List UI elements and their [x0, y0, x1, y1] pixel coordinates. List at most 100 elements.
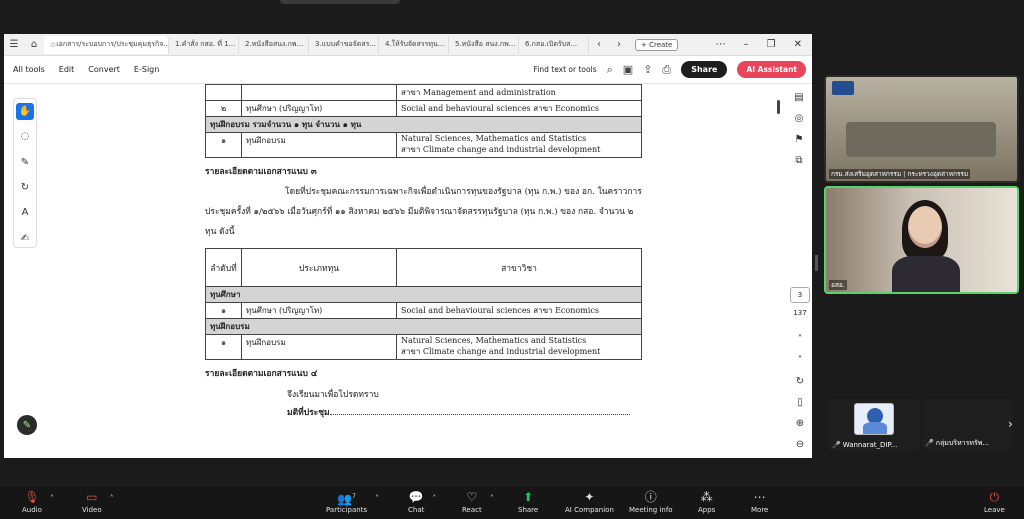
ai-assistant-button[interactable]: AI Assistant	[737, 61, 806, 78]
section-cell: ทุนฝึกอบรม รวมจำนวน ๑ ทุน จำนวน ๑ ทุน	[205, 116, 642, 133]
ai-panel-icon[interactable]: ▤	[794, 92, 803, 103]
print-icon[interactable]: ⎙	[662, 63, 671, 77]
section-row: ทุนศึกษา	[205, 286, 642, 303]
mic-muted-icon: 🎙	[24, 490, 40, 504]
field-line-1: Natural Sciences, Mathematics and Statis…	[401, 336, 587, 345]
header-type: ประเภททุน	[241, 248, 397, 287]
comment-icon[interactable]: ◌	[16, 128, 34, 145]
participants-button[interactable]: 👥7 Participants ˄	[326, 490, 379, 514]
more-icon: ⋯	[753, 490, 766, 504]
text-select-icon[interactable]: A	[16, 204, 34, 221]
draw-icon[interactable]: ↻	[16, 179, 34, 196]
caret-icon[interactable]: ˄	[432, 494, 436, 503]
minimize-icon[interactable]: –	[744, 39, 749, 50]
audio-button[interactable]: 🎙 Audio ˄	[22, 490, 54, 514]
caret-icon[interactable]: ˄	[50, 494, 54, 503]
react-button[interactable]: ♡ React ˄	[462, 490, 494, 514]
tile-label: 🎤 Wannarat_DIP...	[832, 441, 898, 449]
upload-icon[interactable]: ⇪	[643, 63, 652, 76]
tab-active[interactable]: ☆ เอกสาร/ระบอบการ/ประชุมคุมธุรกิจ... ✕	[44, 35, 169, 54]
chevron-up-icon[interactable]: ˄	[798, 334, 803, 345]
edit-fab-icon[interactable]: ✎	[17, 415, 37, 435]
table-1: สาขา Management and administration ๒ ทุน…	[205, 84, 642, 158]
type-cell: ทุนศึกษา (ปริญญาโท)	[241, 100, 397, 117]
pen-icon[interactable]: ✎	[16, 154, 34, 171]
scrollbar-thumb[interactable]	[777, 100, 780, 114]
table-row: ๑ ทุนฝึกอบรม Natural Sciences, Mathemati…	[205, 132, 642, 158]
share-screen-button[interactable]: ⬆ Share	[518, 490, 538, 514]
chevron-down-icon[interactable]: ˅	[798, 355, 803, 366]
field-line-2: สาขา Climate change and industrial devel…	[401, 145, 601, 154]
hand-icon[interactable]: ✋	[16, 103, 34, 121]
restore-icon[interactable]: ❐	[767, 39, 776, 50]
video-tile-small-2[interactable]: 🎤 กลุ่มบริหารทรัพ...	[922, 399, 1013, 451]
document-icon[interactable]: ▯	[797, 397, 803, 408]
table-row: ๒ ทุนศึกษา (ปริญญาโท) Social and behavio…	[205, 100, 642, 117]
share-button[interactable]: Share	[681, 61, 728, 78]
apps-button[interactable]: ⁂ Apps	[698, 490, 715, 514]
more-icon[interactable]: ⋯	[716, 39, 726, 50]
zoom-out-icon[interactable]: ⊖	[796, 439, 804, 450]
zoom-in-icon[interactable]: ⊕	[796, 418, 804, 429]
caret-icon[interactable]: ˄	[110, 494, 114, 503]
home-icon[interactable]: ⌂	[24, 39, 44, 50]
comments-icon[interactable]: ◎	[795, 113, 804, 124]
chevron-left-icon[interactable]: ‹	[589, 39, 609, 50]
close-window-icon[interactable]: ✕	[794, 39, 802, 50]
chevron-right-icon[interactable]: ›	[1008, 417, 1013, 431]
sign-icon[interactable]: ✍	[16, 230, 34, 247]
tab-1[interactable]: 1.คำสั่ง กสอ. ที่ 1...	[169, 35, 239, 54]
search-icon[interactable]: ⌕	[607, 63, 613, 77]
section-row: ทุนฝึกอบรม	[205, 318, 642, 335]
video-tile-small-1[interactable]: 🎤 Wannarat_DIP...	[829, 399, 920, 451]
no-cell: ๑	[205, 132, 242, 158]
no-cell: ๒	[205, 100, 242, 117]
field-cell: Social and behavioural sciences สาขา Eco…	[396, 100, 642, 117]
save-icon[interactable]: ▣	[623, 63, 633, 76]
logo	[832, 81, 854, 95]
page-number-input[interactable]: 3	[790, 287, 810, 303]
ai-companion-button[interactable]: ✦ AI Companion	[565, 490, 614, 514]
tab-3[interactable]: 3.แบบคำขอจัดสร...	[309, 35, 379, 54]
resolution-label: มติที่ประชุม	[287, 408, 330, 418]
menu-esign[interactable]: E-Sign	[134, 65, 159, 74]
leave-button[interactable]: ⏻ Leave	[984, 490, 1005, 514]
type-cell: ทุนฝึกอบรม	[241, 334, 397, 360]
tab-2[interactable]: 2.หนังสือสนง.กพ...	[239, 35, 309, 54]
avatar	[854, 403, 894, 435]
refresh-icon[interactable]: ↻	[796, 376, 804, 387]
toolbar: All tools Edit Convert E-Sign Find text …	[4, 56, 812, 84]
closing-text: จึงเรียนมาเพื่อโปรดทราบ	[287, 390, 379, 400]
type-cell: ทุนฝึกอบรม	[241, 132, 397, 158]
pages-icon[interactable]: ⧉	[795, 155, 802, 166]
tab-5[interactable]: 5.หนังสือ สนง.กพ...	[449, 35, 519, 54]
find-text[interactable]: Find text or tools	[534, 65, 597, 74]
section-4-heading: รายละเอียดตามเอกสารแนบ ๔	[205, 369, 318, 379]
page-total: 137	[793, 309, 807, 317]
menu-convert[interactable]: Convert	[88, 65, 120, 74]
video-button[interactable]: ▭ Video ˄	[82, 490, 114, 514]
caret-icon[interactable]: ˄	[375, 494, 379, 503]
chat-button[interactable]: 💬 Chat ˄	[408, 490, 436, 514]
video-tile-room[interactable]: กรม.ส่งเสริมอุตสาหกรรม | กระทรวงอุตสาหกร…	[824, 75, 1019, 183]
chevron-right-icon[interactable]: ›	[609, 39, 629, 50]
panel-resize-handle[interactable]	[815, 255, 818, 271]
toolbar-right: Find text or tools ⌕ ▣ ⇪ ⎙ Share AI Assi…	[534, 61, 813, 78]
field-cell: สาขา Management and administration	[396, 84, 642, 101]
menu-icon[interactable]: ☰	[4, 39, 24, 50]
menu-all-tools[interactable]: All tools	[13, 65, 45, 74]
menu-edit[interactable]: Edit	[59, 65, 75, 74]
tab-4[interactable]: 4.ให้รับจัดสรรทุน...	[379, 35, 449, 54]
caret-icon[interactable]: ˄	[490, 494, 494, 503]
participants-icon: 👥7	[337, 492, 356, 506]
create-label: Create	[649, 40, 673, 49]
tab-6[interactable]: 6.กสอ.เปิดรับส...	[519, 35, 589, 54]
create-button[interactable]: + Create	[635, 38, 679, 51]
bookmark-icon[interactable]: ⚑	[795, 134, 804, 145]
section-cell: ทุนศึกษา	[205, 286, 642, 303]
more-button[interactable]: ⋯ More	[751, 490, 768, 514]
video-tile-speaker[interactable]: อสอ.	[824, 186, 1019, 294]
field-cell: Natural Sciences, Mathematics and Statis…	[396, 334, 642, 360]
section-3-heading: รายละเอียดตามเอกสารแนบ ๓	[205, 167, 317, 177]
meeting-info-button[interactable]: ⓘ Meeting info	[629, 490, 673, 514]
